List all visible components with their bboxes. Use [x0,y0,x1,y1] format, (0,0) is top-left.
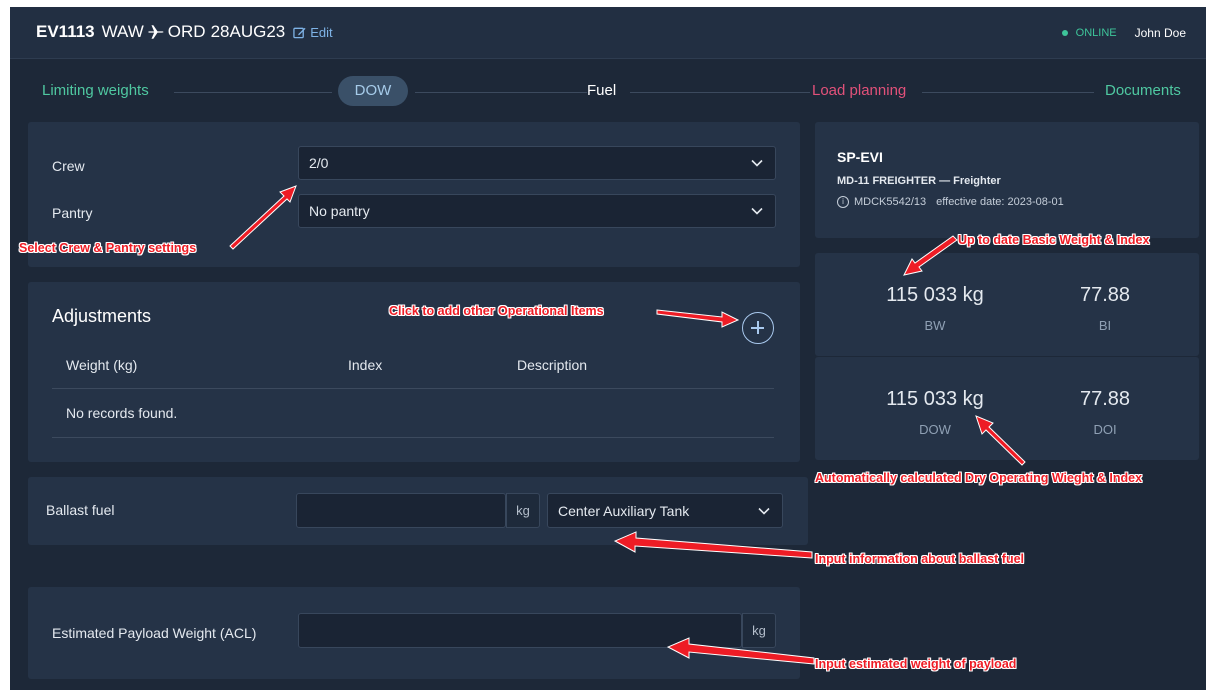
basic-weight-label: BW [924,318,946,333]
payload-label: Estimated Payload Weight (ACL) [52,625,257,641]
pantry-label: Pantry [52,205,93,221]
crew-label: Crew [52,158,85,174]
crew-value: 2/0 [309,155,329,171]
airplane-icon [148,25,164,39]
online-label: ONLINE [1075,27,1117,39]
online-status-icon [1061,30,1068,36]
ballast-fuel-input[interactable] [296,493,506,528]
step-connector [174,92,332,93]
ballast-tank-select[interactable]: Center Auxiliary Tank [547,493,783,528]
ballast-fuel-label: Ballast fuel [46,502,115,518]
document-id: MDCK5542/13 [854,196,927,208]
info-icon: i [837,196,849,208]
column-header-weight: Weight (kg) [66,357,138,373]
step-navigation: Limiting weights DOW Fuel Load planning … [10,70,1206,110]
column-header-description: Description [517,357,588,373]
basic-weight-panel: 115 033 kg BW 77.88 BI [815,253,1199,356]
annotation-add-items: Click to add other Operational Items [389,304,604,318]
connection-status: ONLINE John Doe [1061,26,1186,40]
aircraft-info-panel: SP-EVI MD-11 FREIGHTER — Freighter i MDC… [815,122,1199,238]
aircraft-document: i MDCK5542/13 effective date: 2023-08-01 [837,196,1064,208]
dry-operating-panel: 115 033 kg DOW 77.88 DOI [815,357,1199,460]
origin-code: WAW [101,22,144,41]
flight-header: EV1113 WAW ORD 28AUG23 Edit [36,22,333,42]
pantry-value: No pantry [309,203,370,219]
empty-table-message: No records found. [66,405,178,421]
annotation-payload: Input estimated weight of payload [815,657,1017,671]
table-divider [52,437,774,438]
dry-operating-index-value: 77.88 [1079,388,1131,410]
payload-panel: Estimated Payload Weight (ACL) kg [28,587,800,679]
step-dow[interactable]: DOW [338,76,408,106]
user-name[interactable]: John Doe [1135,26,1186,40]
edit-label: Edit [310,24,333,40]
chevron-down-icon [751,159,763,167]
dry-operating-index-label: DOI [1093,422,1117,437]
payload-weight-input[interactable] [298,613,742,648]
annotation-ballast: Input information about ballast fuel [815,552,1025,566]
edit-icon [293,27,306,38]
step-connector [630,92,810,93]
effective-date: effective date: 2023-08-01 [936,196,1064,208]
top-bar: EV1113 WAW ORD 28AUG23 Edit ONLINE John … [10,7,1206,59]
annotation-basic-weight: Up to date Basic Weight & Index [958,233,1150,247]
crew-select[interactable]: 2/0 [298,146,776,180]
step-connector [922,92,1094,93]
pantry-select[interactable]: No pantry [298,194,776,228]
ballast-fuel-panel: Ballast fuel kg Center Auxiliary Tank [28,477,808,545]
add-adjustment-button[interactable] [742,312,774,344]
step-documents[interactable]: Documents [1105,82,1181,99]
annotation-dry-operating: Automatically calculated Dry Operating W… [815,471,1143,485]
ballast-tank-value: Center Auxiliary Tank [558,502,690,519]
step-load-planning[interactable]: Load planning [812,82,906,99]
basic-index-label: BI [1098,318,1112,333]
edit-flight-button[interactable]: Edit [293,24,333,40]
payload-unit: kg [742,613,776,648]
annotation-crew-pantry: Select Crew & Pantry settings [19,241,197,255]
dry-operating-weight-label: DOW [919,422,951,437]
step-connector [415,92,587,93]
aircraft-type: MD-11 FREIGHTER — Freighter [837,175,1001,187]
flight-date: 28AUG23 [210,22,286,41]
step-limiting-weights[interactable]: Limiting weights [42,82,149,99]
dry-operating-weight-value: 115 033 kg [886,388,984,410]
column-header-index: Index [348,357,383,373]
adjustments-title: Adjustments [52,306,152,326]
aircraft-registration: SP-EVI [837,149,883,165]
basic-weight-value: 115 033 kg [886,284,984,306]
destination-code: ORD [167,22,206,41]
ballast-unit: kg [506,493,540,528]
flight-number: EV1113 [36,22,95,41]
chevron-down-icon [751,207,763,215]
chevron-down-icon [758,507,770,515]
basic-index-value: 77.88 [1079,284,1131,306]
step-fuel[interactable]: Fuel [587,82,616,99]
table-divider [52,388,774,389]
app-window: EV1113 WAW ORD 28AUG23 Edit ONLINE John … [10,7,1206,690]
